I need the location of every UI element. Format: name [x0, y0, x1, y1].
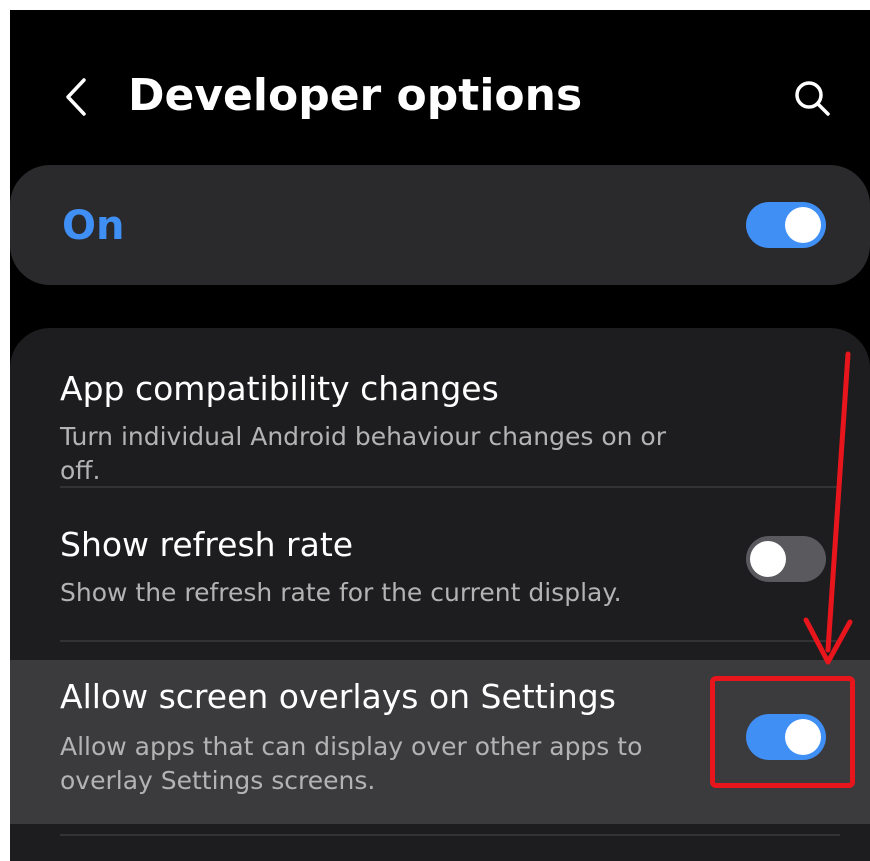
setting-title: App compatibility changes — [60, 369, 499, 408]
master-switch-card[interactable]: On — [10, 165, 870, 285]
setting-subtitle: Show the refresh rate for the current di… — [60, 578, 622, 607]
list-divider — [60, 834, 840, 836]
app-bar: Developer options — [10, 10, 870, 170]
back-button[interactable] — [58, 72, 98, 122]
annotation-arrow — [803, 351, 853, 665]
setting-title: Allow screen overlays on Settings — [60, 677, 616, 716]
toggle-knob — [785, 207, 821, 243]
master-switch-label: On — [62, 203, 125, 249]
setting-show-refresh-rate[interactable]: Show refresh rate Show the refresh rate … — [10, 488, 870, 640]
search-icon — [795, 81, 830, 116]
toggle-knob — [750, 541, 786, 577]
page-title: Developer options — [128, 70, 583, 121]
setting-subtitle: Allow apps that can display over other a… — [60, 732, 643, 795]
setting-title: Show refresh rate — [60, 525, 354, 564]
annotation-highlight-box — [710, 676, 855, 788]
search-button[interactable] — [790, 76, 834, 120]
list-divider — [60, 640, 840, 642]
setting-subtitle: Turn individual Android behaviour change… — [60, 422, 666, 485]
setting-app-compatibility-changes[interactable]: App compatibility changes Turn individua… — [10, 328, 870, 486]
phone-screen: Developer options On App compatibility c… — [10, 10, 870, 861]
master-switch-toggle[interactable] — [746, 202, 826, 248]
chevron-left-icon — [66, 78, 86, 116]
